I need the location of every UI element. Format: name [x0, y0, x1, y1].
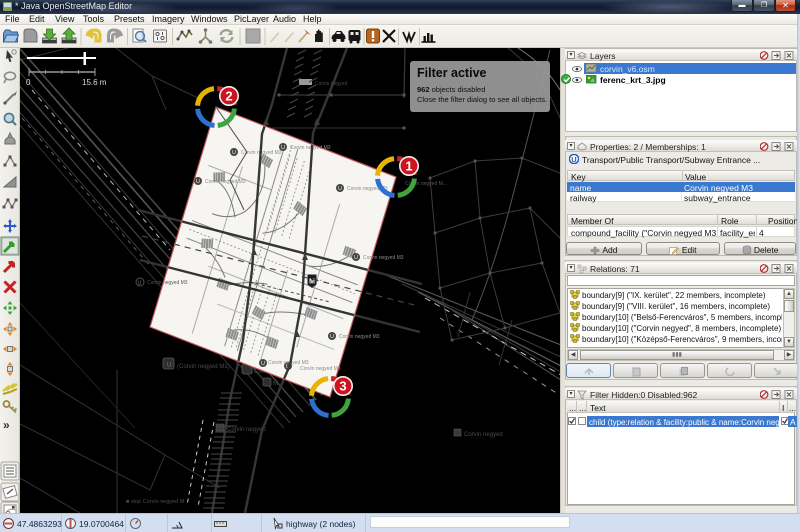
svg-text:U: U — [571, 155, 576, 164]
svg-text:U: U — [138, 281, 142, 287]
svg-text:Corvin negyed M3: Corvin negyed M3 — [147, 280, 188, 286]
svg-text:Close the filter dialog to see: Close the filter dialog to see all objec… — [417, 95, 547, 104]
svg-text:U: U — [338, 186, 342, 192]
svg-text:15.6 m: 15.6 m — [82, 78, 107, 87]
svg-text:0: 0 — [26, 78, 31, 87]
svg-text:3: 3 — [339, 378, 346, 393]
svg-text:Corvin negyed M3: Corvin negyed M3 — [363, 255, 404, 261]
svg-text:Filter active: Filter active — [417, 66, 487, 80]
svg-text:U: U — [281, 145, 285, 151]
svg-text:Corvin negyed M3: Corvin negyed M3 — [205, 179, 246, 185]
svg-text:962 objects disabled: 962 objects disabled — [417, 85, 485, 94]
svg-text:U: U — [261, 361, 265, 367]
svg-text:U: U — [232, 150, 236, 156]
svg-text:Corvin negyed M3: Corvin negyed M3 — [300, 366, 341, 372]
svg-text:»: » — [3, 418, 10, 432]
svg-text:U: U — [167, 363, 171, 369]
svg-text:(Corvin negyed M1): (Corvin negyed M1) — [177, 364, 230, 370]
svg-text:M: M — [273, 381, 278, 387]
svg-text:U: U — [354, 255, 358, 261]
svg-text:Corvin negyed: Corvin negyed — [464, 432, 503, 438]
svg-text:U: U — [330, 334, 334, 340]
svg-text:1: 1 — [405, 158, 412, 173]
svg-text:■ stop Corvin negyed M: ■ stop Corvin negyed M — [126, 499, 185, 505]
svg-text:2: 2 — [225, 88, 232, 103]
svg-text:Corvin negyed M3: Corvin negyed M3 — [339, 334, 380, 340]
svg-text:U: U — [196, 179, 200, 185]
svg-text:Corvin negyed: Corvin negyed — [315, 81, 347, 87]
svg-text:Corvin negyed M3: Corvin negyed M3 — [290, 145, 331, 151]
